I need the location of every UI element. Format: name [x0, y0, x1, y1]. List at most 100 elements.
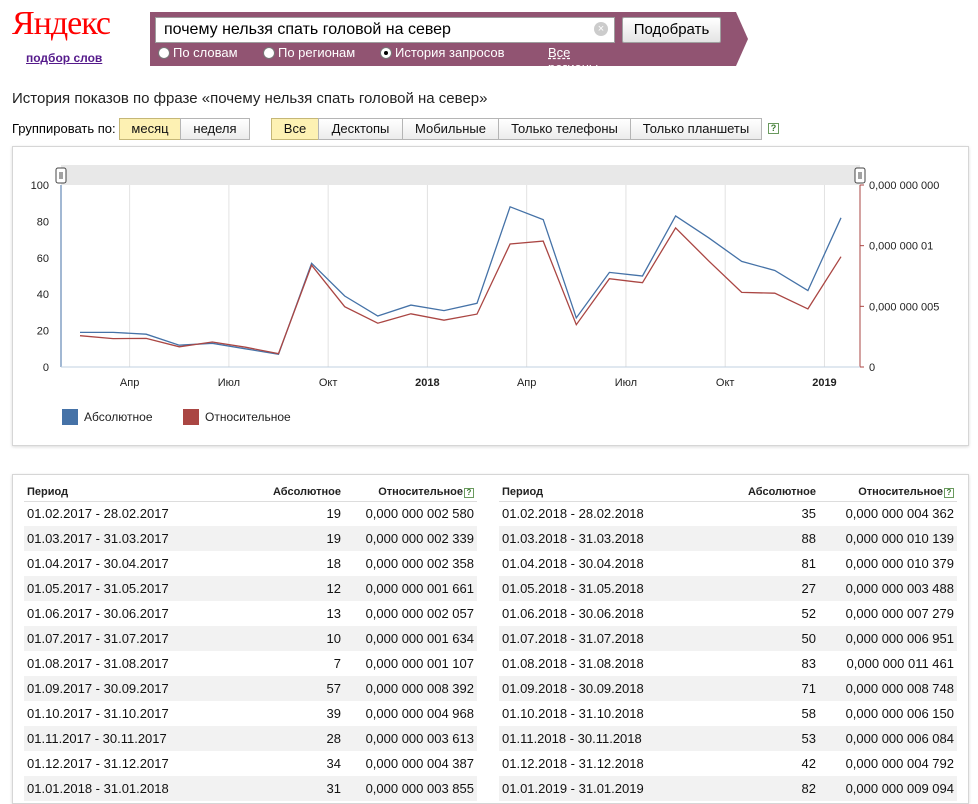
x-tick-label: Окт [716, 377, 735, 389]
help-icon[interactable]: ? [768, 123, 779, 134]
cell-absolute: 7 [333, 656, 341, 671]
cell-absolute: 83 [801, 656, 816, 671]
y-tick-label-left: 100 [31, 180, 49, 192]
series-line-relative [79, 226, 842, 355]
cell-relative: 0,000 000 004 362 [845, 506, 954, 522]
group-month-button[interactable]: месяц [119, 118, 181, 140]
table-header: Период Абсолютное Относительное? [499, 483, 957, 502]
cell-absolute: 28 [214, 726, 344, 751]
help-icon[interactable]: ? [464, 487, 474, 498]
cell-period: 01.11.2017 - 30.11.2017 [24, 726, 214, 751]
cell-relative: 0,000 000 007 279 [845, 606, 954, 621]
cell-relative: 0,000 000 004 792 [845, 756, 954, 771]
clear-icon[interactable]: × [594, 22, 608, 36]
x-tick-label: Июл [615, 377, 637, 389]
table-row: 01.04.2017 - 30.04.2017 18 0,000 000 002 3… [24, 551, 477, 576]
cell-period: 01.07.2018 - 31.07.2018 [499, 626, 689, 651]
radio-dot-selected[interactable] [380, 47, 392, 59]
radio-dot[interactable] [158, 47, 170, 59]
search-input[interactable]: почему нельзя спать головой на север [155, 17, 615, 43]
cell-absolute: 50 [689, 626, 819, 651]
cell-absolute: 19 [326, 506, 341, 522]
yandex-logo[interactable]: Яндекс [12, 4, 111, 44]
cell-relative: 0,000 000 010 379 [845, 556, 954, 571]
table-row: 01.09.2018 - 30.09.2018 71 0,000 000 008 7… [499, 676, 957, 701]
cell-absolute: 13 [326, 606, 341, 621]
table-row: 01.07.2017 - 31.07.2017 10 0,000 000 001 6… [24, 626, 477, 651]
cell-relative: 0,000 000 006 150 [845, 706, 954, 721]
cell-absolute: 88 [689, 526, 819, 551]
x-tick-label: Июл [218, 377, 240, 389]
cell-period: 01.08.2018 - 31.08.2018 [502, 656, 644, 671]
radio-by-regions[interactable]: По регионам [263, 45, 355, 60]
cell-relative: 0,000 000 008 392 [344, 676, 477, 701]
radio-label: По регионам [278, 45, 356, 60]
cell-relative: 0,000 000 008 748 [819, 676, 957, 701]
device-desktop-button[interactable]: Десктопы [318, 118, 403, 140]
series-line-absolute [80, 205, 842, 356]
cell-relative: 0,000 000 003 855 [344, 776, 477, 801]
cell-period: 01.01.2019 - 31.01.2019 [499, 776, 689, 801]
logo-text: Яндекс [12, 5, 111, 42]
th-relative-label: Относительное [378, 485, 463, 498]
cell-period: 01.04.2017 - 30.04.2017 [27, 556, 169, 571]
cell-relative: 0,000 000 004 968 [365, 706, 474, 721]
x-tick-label: Апр [120, 377, 139, 389]
group-week-button[interactable]: неделя [180, 118, 250, 140]
y-tick-label-right: 0,000 000 01 [869, 241, 933, 253]
cell-period: 01.01.2018 - 31.01.2018 [24, 776, 214, 801]
navigator-handle-left[interactable] [55, 167, 67, 184]
table-row: 01.10.2017 - 31.10.2017 39 0,000 000 004 9… [24, 701, 477, 726]
cell-relative: 0,000 000 002 358 [365, 556, 474, 571]
legend-item-relative[interactable]: Относительное [183, 409, 291, 425]
x-tick-label: Апр [517, 377, 536, 389]
pick-button[interactable]: Подобрать [622, 17, 721, 43]
table-row: 01.04.2018 - 30.04.2018 81 0,000 000 010 3… [499, 551, 957, 576]
table-row: 01.12.2018 - 31.12.2018 42 0,000 000 004 7… [499, 751, 957, 776]
cell-period: 01.06.2017 - 30.06.2017 [27, 606, 169, 621]
cell-period: 01.02.2017 - 28.02.2017 [27, 506, 169, 522]
table-row: 01.02.2017 - 28.02.2017 19 0,000 000 002 5… [24, 501, 477, 526]
table-row: 01.11.2017 - 30.11.2017 28 0,000 000 003 6… [24, 726, 477, 751]
device-mobile-button[interactable]: Мобильные [402, 118, 499, 140]
cell-relative: 0,000 000 011 461 [846, 656, 954, 671]
radio-by-words[interactable]: По словам [158, 45, 238, 60]
table-row: 01.06.2017 - 30.06.2017 13 0,000 000 002 0… [24, 601, 477, 626]
history-chart: Апр Июл Окт 2018 Апр Июл Окт 2019 0 20 40 60 80 100 0 0… [31, 165, 939, 389]
page-title: История показов по фразе «почему нельзя … [12, 90, 488, 107]
table-right: Период Абсолютное Относительное? 01.02.2… [499, 483, 957, 801]
legend-swatch [62, 409, 78, 425]
cell-absolute: 18 [326, 556, 341, 571]
cell-period: 01.08.2017 - 31.08.2017 [27, 656, 169, 671]
cell-relative: 0,000 000 002 057 [365, 606, 474, 621]
table-row: 01.08.2017 - 31.08.2017 7 0,000 000 001 10… [24, 651, 477, 676]
device-all-button[interactable]: Все [271, 118, 319, 140]
device-tablets-button[interactable]: Только планшеты [630, 118, 762, 140]
help-icon[interactable]: ? [944, 487, 954, 498]
cell-relative: 0,000 000 001 107 [365, 656, 474, 671]
cell-absolute: 27 [689, 576, 819, 601]
radio-history[interactable]: История запросов [380, 45, 505, 60]
y-tick-label-left: 40 [37, 289, 49, 301]
search-bar: почему нельзя спать головой на север × П… [150, 12, 748, 75]
cell-period: 01.02.2018 - 28.02.2018 [502, 506, 644, 522]
table-row: 01.03.2018 - 31.03.2018 88 0,000 000 010 1… [499, 526, 957, 551]
podbor-link[interactable]: подбор слов [26, 51, 102, 65]
table-row: 01.02.2018 - 28.02.2018 35 0,000 000 004 3… [499, 501, 957, 526]
legend-item-absolute[interactable]: Абсолютное [62, 409, 153, 425]
cell-absolute: 58 [801, 706, 816, 721]
th-absolute: Абсолютное [689, 483, 819, 502]
navigator-bar [61, 165, 860, 185]
radio-dot[interactable] [263, 47, 275, 59]
device-phones-button[interactable]: Только телефоны [498, 118, 631, 140]
y-tick-label-left: 20 [37, 326, 49, 338]
cell-absolute: 10 [214, 626, 344, 651]
navigator-handle-right[interactable] [854, 167, 866, 184]
cell-absolute: 57 [214, 676, 344, 701]
cell-period: 01.05.2018 - 31.05.2018 [499, 576, 689, 601]
cell-absolute: 35 [801, 506, 816, 522]
all-regions-link[interactable]: Все регионы [548, 45, 598, 75]
table-row: 01.05.2018 - 31.05.2018 27 0,000 000 003 4… [499, 576, 957, 601]
table-left: Период Абсолютное Относительное? 01.02.2… [24, 483, 477, 801]
data-table-panel: Период Абсолютное Относительное? 01.02.2… [12, 474, 969, 804]
